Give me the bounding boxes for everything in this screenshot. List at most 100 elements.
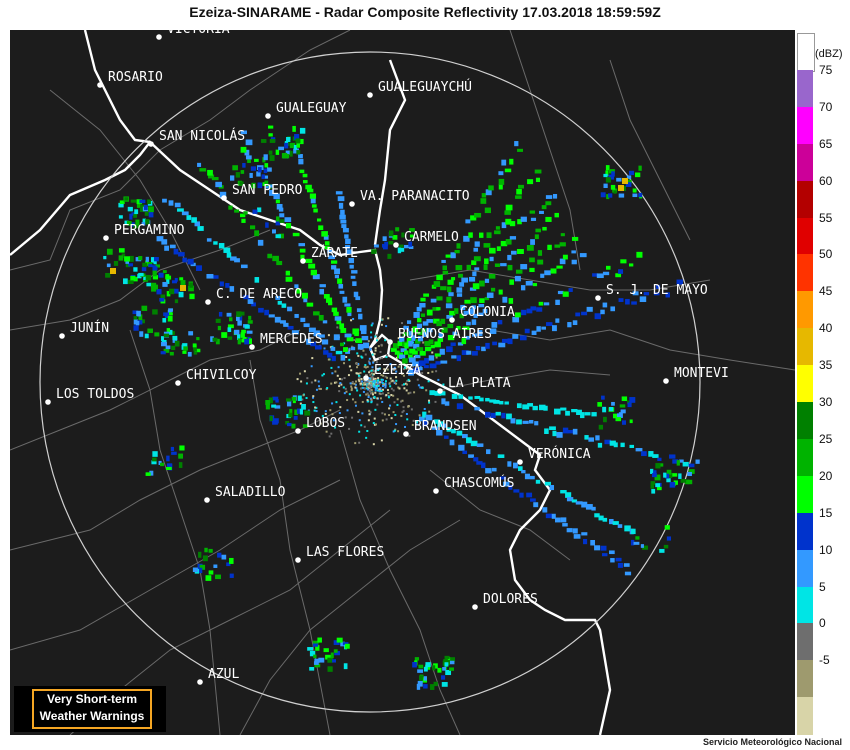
echo-pixel <box>571 236 579 241</box>
echo-pixel <box>535 177 540 183</box>
clutter-pixel <box>427 399 430 402</box>
echo-pixel <box>168 308 174 312</box>
echo-pixel <box>293 415 298 420</box>
echo-pixel <box>147 328 153 334</box>
echo-pixel <box>430 344 435 349</box>
echo-pixel <box>627 402 632 408</box>
echo-pixel <box>492 341 498 346</box>
warning-banner-frame[interactable]: Very Short-term Weather Warnings <box>32 689 152 729</box>
echo-pixel <box>556 432 563 438</box>
clutter-pixel <box>359 371 362 374</box>
echo-pixel <box>483 264 488 270</box>
clutter-pixel <box>369 390 372 393</box>
echo-pixel <box>532 283 538 287</box>
echo-pixel <box>273 418 279 424</box>
clutter-pixel <box>390 387 393 390</box>
warning-line-1: Very Short-term <box>46 692 138 706</box>
echo-pixel <box>118 215 123 219</box>
clutter-pixel <box>368 357 371 360</box>
echo-pixel <box>242 162 246 168</box>
radar-map[interactable]: VICTORIA ROSARIO GUALEGUAYCHÚ GUALEGUAY SAN … <box>10 30 795 735</box>
city-marker <box>103 235 109 241</box>
echo-pixel <box>520 264 528 270</box>
echo-pixel <box>284 217 292 223</box>
warning-banner[interactable]: Very Short-term Weather Warnings <box>14 686 166 732</box>
city-marker <box>204 497 210 503</box>
echo-pixel <box>236 311 242 317</box>
echo-pixel <box>330 652 334 659</box>
echo-pixel <box>466 264 471 271</box>
echo-pixel <box>414 354 421 359</box>
city-marker <box>517 459 523 465</box>
city-label: VERÓNICA <box>528 446 591 462</box>
echo-pixel <box>335 191 343 195</box>
echo-pixel <box>473 247 479 252</box>
echo-pixel <box>591 412 597 417</box>
echo-pixel <box>316 218 322 222</box>
city-label: C. DE ARECO <box>216 287 302 302</box>
echo-pixel <box>584 412 591 416</box>
echo-pixel <box>218 243 225 249</box>
clutter-pixel <box>372 443 375 446</box>
echo-pixel <box>296 150 301 155</box>
clutter-pixel <box>361 400 364 403</box>
echo-pixel <box>229 317 233 322</box>
echo-pixel <box>466 321 471 326</box>
echo-pixel <box>139 199 146 204</box>
clutter-pixel <box>360 424 363 427</box>
echo-pixel <box>507 338 513 345</box>
clutter-pixel <box>379 397 382 400</box>
echo-pixel <box>217 325 222 331</box>
echo-pixel <box>188 331 194 336</box>
echo-pixel <box>279 219 285 223</box>
clutter-pixel <box>350 369 353 372</box>
clutter-pixel <box>392 389 395 392</box>
echo-pixel <box>486 292 494 298</box>
clutter-pixel <box>330 382 333 385</box>
echo-pixel <box>688 463 695 468</box>
echo-pixel <box>145 256 149 262</box>
echo-pixel <box>192 343 197 348</box>
echo-pixel <box>437 667 442 673</box>
echo-pixel <box>133 267 138 272</box>
clutter-pixel <box>358 441 361 444</box>
echo-pixel <box>449 439 455 446</box>
clutter-pixel <box>396 403 399 406</box>
echo-pixel <box>313 654 317 659</box>
echo-pixel <box>160 351 166 355</box>
echo-pixel <box>552 193 558 199</box>
echo-pixel <box>276 203 283 210</box>
echo-pixel <box>655 463 661 469</box>
echo-pixel <box>263 154 268 161</box>
echo-pixel <box>618 269 624 274</box>
echo-pixel <box>289 150 293 157</box>
clutter-pixel <box>390 394 393 397</box>
echo-pixel <box>529 257 535 263</box>
echo-pixel <box>462 450 467 455</box>
echo-pixel <box>215 181 222 188</box>
clutter-pixel <box>421 386 424 389</box>
scale-swatch <box>797 438 813 477</box>
echo-pixel <box>298 154 303 159</box>
echo-pixel <box>147 199 151 205</box>
echo-pixel <box>227 327 232 332</box>
city-marker <box>175 380 181 386</box>
echo-pixel <box>419 351 426 356</box>
echo-pixel <box>178 252 185 257</box>
clutter-pixel <box>328 435 331 438</box>
city-label: COLONIA <box>460 305 515 320</box>
echo-pixel <box>271 404 277 408</box>
echo-pixel <box>628 170 635 176</box>
clutter-pixel <box>374 408 377 411</box>
echo-pixel <box>605 265 611 270</box>
echo-pixel <box>640 544 644 548</box>
echo-pixel <box>520 216 527 222</box>
echo-pixel <box>263 168 268 174</box>
echo-pixel <box>183 346 188 351</box>
echo-pixel <box>237 320 242 326</box>
echo-pixel <box>464 299 471 304</box>
echo-pixel <box>166 455 170 462</box>
echo-pixel <box>299 169 305 174</box>
echo-pixel <box>629 419 633 424</box>
clutter-pixel <box>371 393 374 396</box>
